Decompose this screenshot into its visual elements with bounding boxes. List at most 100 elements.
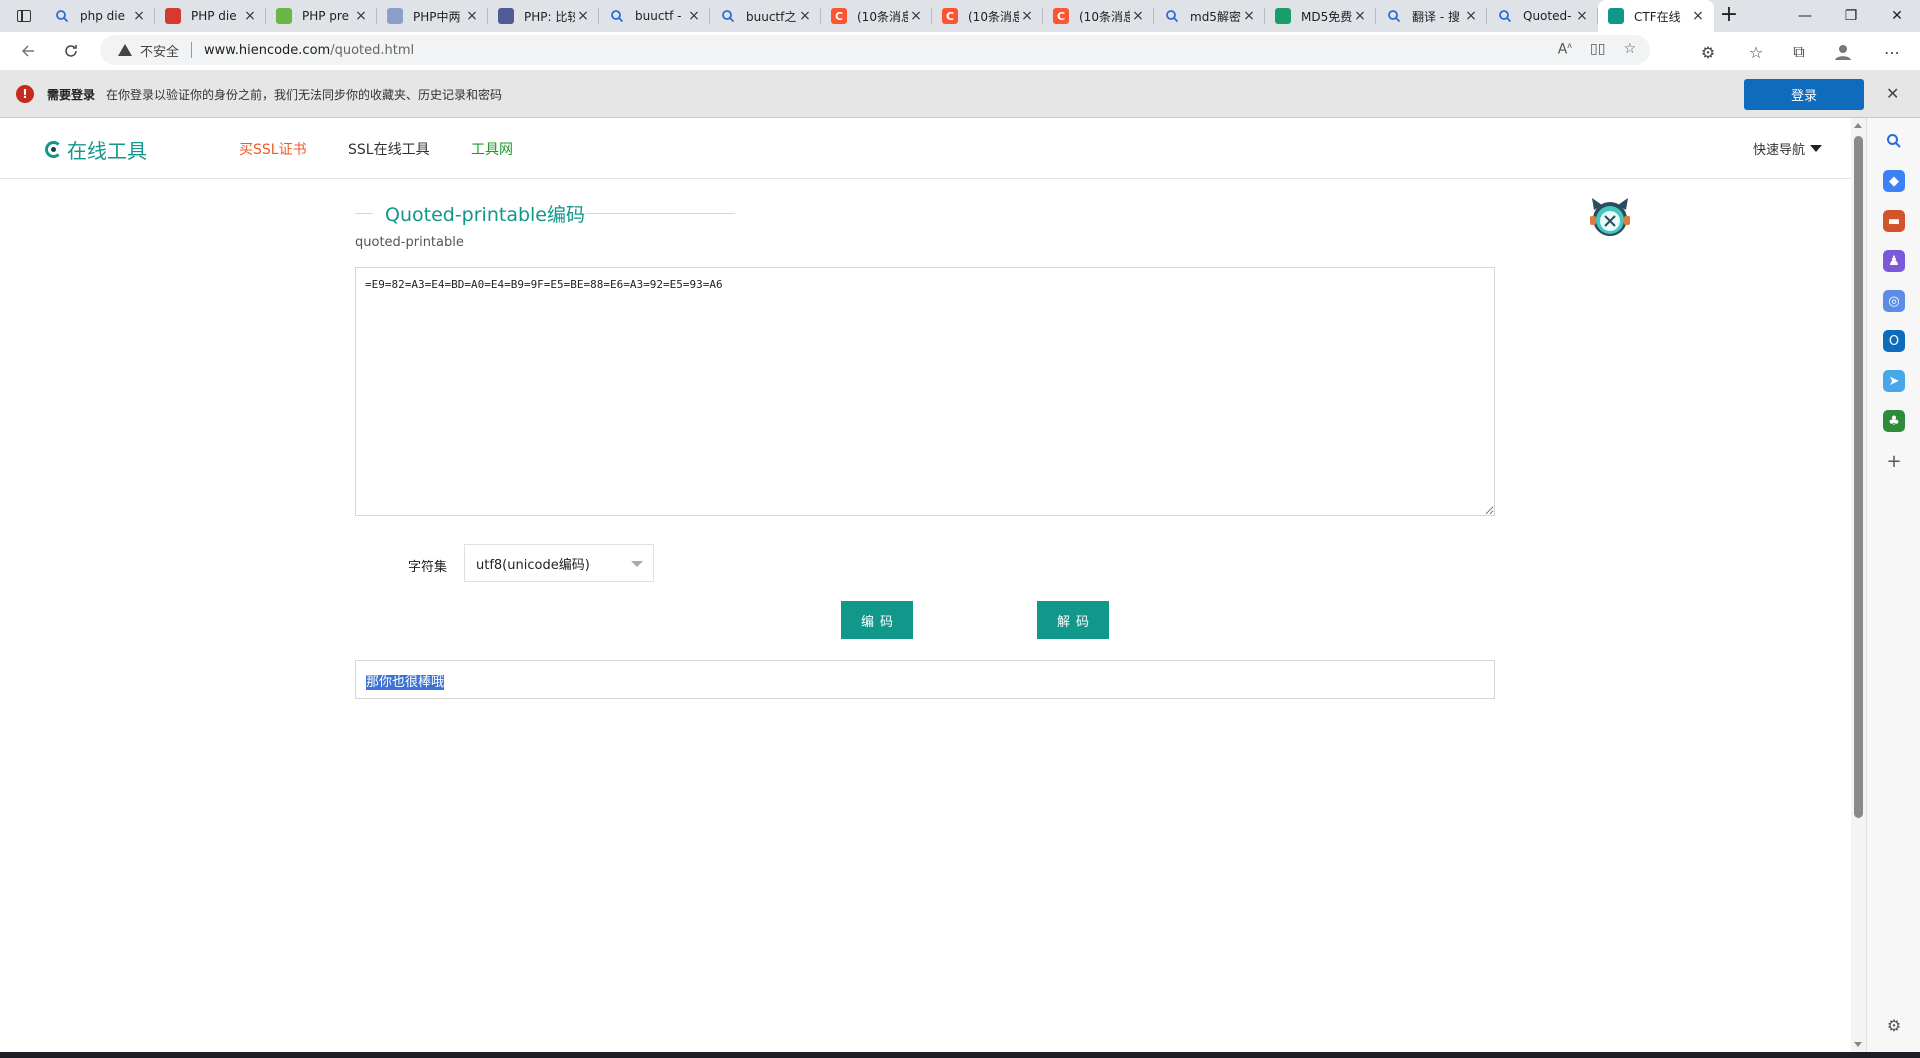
- browser-tab[interactable]: 翻译 - 搜 ×: [1376, 0, 1487, 32]
- window-close-button[interactable]: ✕: [1874, 0, 1920, 32]
- address-bar[interactable]: 不安全 www.hiencode.com/quoted.html Aʌ ▯▯ ☆: [100, 35, 1650, 65]
- new-tab-button[interactable]: +: [1717, 4, 1741, 28]
- tab-close-icon[interactable]: ×: [1574, 8, 1590, 24]
- url-text[interactable]: www.hiencode.com/quoted.html: [204, 43, 414, 58]
- mascot-icon[interactable]: [1588, 196, 1632, 238]
- warning-icon[interactable]: [118, 44, 132, 56]
- chevron-down-icon: [631, 561, 643, 567]
- browser-tab[interactable]: C (10条消息 ×: [821, 0, 932, 32]
- browser-tab[interactable]: C (10条消息 ×: [932, 0, 1043, 32]
- login-button[interactable]: 登录: [1744, 79, 1864, 110]
- scroll-down-icon[interactable]: [1854, 1042, 1862, 1047]
- tree-icon[interactable]: ♣: [1883, 410, 1905, 432]
- browser-tab[interactable]: buuctf之 ×: [710, 0, 821, 32]
- decode-button[interactable]: 解码: [1037, 601, 1109, 639]
- more-menu-icon[interactable]: ⋯: [1881, 41, 1903, 63]
- encode-button[interactable]: 编码: [841, 601, 913, 639]
- tab-close-icon[interactable]: ×: [1241, 8, 1257, 24]
- gear-icon: [276, 8, 292, 24]
- tab-title: MD5免费: [1301, 9, 1352, 24]
- page-scrollbar[interactable]: [1851, 118, 1866, 1052]
- security-label[interactable]: 不安全: [140, 41, 179, 60]
- add-icon[interactable]: +: [1883, 450, 1905, 472]
- charset-select[interactable]: utf8(unicode编码): [464, 544, 654, 582]
- tab-close-icon[interactable]: ×: [1463, 8, 1479, 24]
- tab-title: 翻译 - 搜: [1412, 9, 1460, 24]
- output-selected-text[interactable]: 那你也很棒哦: [366, 675, 445, 690]
- url-path: /quoted.html: [330, 42, 415, 58]
- favorite-star-icon[interactable]: ☆: [1623, 41, 1636, 58]
- profile-icon[interactable]: [1832, 41, 1854, 63]
- tab-actions-icon[interactable]: [10, 5, 38, 27]
- tab-close-icon[interactable]: ×: [131, 8, 147, 24]
- tab-close-icon[interactable]: ×: [1130, 8, 1146, 24]
- page-icon: [387, 8, 403, 24]
- collections-icon[interactable]: ⧉: [1788, 41, 1810, 63]
- refresh-icon[interactable]: [56, 37, 86, 65]
- search-icon[interactable]: [1883, 130, 1905, 152]
- divider: [585, 213, 735, 214]
- tab-close-icon[interactable]: ×: [908, 8, 924, 24]
- browser-tab[interactable]: C (10条消息 ×: [1043, 0, 1154, 32]
- browser-tab[interactable]: Quoted- ×: [1487, 0, 1598, 32]
- outlook-icon[interactable]: O: [1883, 330, 1905, 352]
- sign-in-infobar: ! 需要登录 在你登录以验证你的身份之前，我们无法同步你的收藏夹、历史记录和密码…: [0, 70, 1920, 118]
- search-icon: [1497, 8, 1513, 24]
- browser-tab[interactable]: md5解密 ×: [1154, 0, 1265, 32]
- back-icon[interactable]: [13, 37, 43, 65]
- tab-title: (10条消息: [1079, 9, 1130, 24]
- tab-close-icon[interactable]: ×: [686, 8, 702, 24]
- microsoft365-icon[interactable]: ◎: [1883, 290, 1905, 312]
- tab-title: php die: [80, 9, 125, 23]
- browser-tab[interactable]: PHP die ×: [155, 0, 266, 32]
- scroll-up-icon[interactable]: [1854, 123, 1862, 128]
- csdn-icon: C: [1053, 8, 1069, 24]
- hiencode-icon: [1608, 8, 1624, 24]
- tab-close-icon[interactable]: ×: [1019, 8, 1035, 24]
- quick-nav-dropdown[interactable]: 快速导航: [1753, 139, 1823, 158]
- scroll-thumb[interactable]: [1854, 136, 1863, 818]
- tools-briefcase-icon[interactable]: ▬: [1883, 210, 1905, 232]
- settings-gear-icon[interactable]: ⚙: [1883, 1014, 1905, 1036]
- nav-link-tools-site[interactable]: 工具网: [471, 139, 513, 159]
- tab-close-icon[interactable]: ×: [797, 8, 813, 24]
- nav-link-buy-ssl[interactable]: 买SSL证书: [239, 139, 307, 159]
- input-textarea[interactable]: [355, 267, 1495, 516]
- divider: [355, 213, 373, 214]
- infobar-title: 需要登录: [47, 88, 96, 102]
- infobar-close-icon[interactable]: ✕: [1886, 84, 1899, 103]
- browser-tab[interactable]: PHP: 比较 ×: [488, 0, 599, 32]
- tab-title: PHP中两: [413, 9, 461, 24]
- browser-sidebar: ◆ ▬ ♟ ◎ O ➤ ♣ + ⚙: [1866, 118, 1920, 1058]
- tab-close-icon[interactable]: ×: [464, 8, 480, 24]
- split-screen-icon[interactable]: ▯▯: [1590, 41, 1605, 58]
- browser-tab[interactable]: PHP中两 ×: [377, 0, 488, 32]
- extensions-icon[interactable]: ⚙: [1697, 41, 1719, 63]
- browser-tab[interactable]: php die ×: [44, 0, 155, 32]
- output-field[interactable]: 那你也很棒哦: [355, 660, 1495, 699]
- tab-title: PHP: 比较: [524, 9, 575, 24]
- tab-close-icon[interactable]: ×: [242, 8, 258, 24]
- browser-tab[interactable]: CTF在线 ×: [1598, 0, 1714, 32]
- quick-nav-label: 快速导航: [1753, 143, 1806, 158]
- send-icon[interactable]: ➤: [1883, 370, 1905, 392]
- shopping-tag-icon[interactable]: ◆: [1883, 170, 1905, 192]
- tab-close-icon[interactable]: ×: [353, 8, 369, 24]
- shield-icon: [165, 8, 181, 24]
- tab-close-icon[interactable]: ×: [1690, 8, 1706, 24]
- nav-link-ssl-tools[interactable]: SSL在线工具: [348, 139, 430, 159]
- games-icon[interactable]: ♟: [1883, 250, 1905, 272]
- restore-button[interactable]: ❐: [1828, 0, 1874, 32]
- minimize-button[interactable]: —: [1782, 0, 1828, 32]
- tab-title: Quoted-: [1523, 9, 1572, 23]
- read-aloud-icon[interactable]: Aʌ: [1558, 41, 1572, 58]
- tab-close-icon[interactable]: ×: [575, 8, 591, 24]
- browser-tab[interactable]: PHP pre ×: [266, 0, 377, 32]
- tab-close-icon[interactable]: ×: [1352, 8, 1368, 24]
- search-icon: [54, 8, 70, 24]
- browser-tab[interactable]: MD5免费 ×: [1265, 0, 1376, 32]
- favorites-icon[interactable]: ☆: [1745, 41, 1767, 63]
- page-title: Quoted-printable编码: [385, 204, 585, 226]
- site-logo[interactable]: 在线工具: [45, 135, 147, 164]
- browser-tab[interactable]: buuctf - ×: [599, 0, 710, 32]
